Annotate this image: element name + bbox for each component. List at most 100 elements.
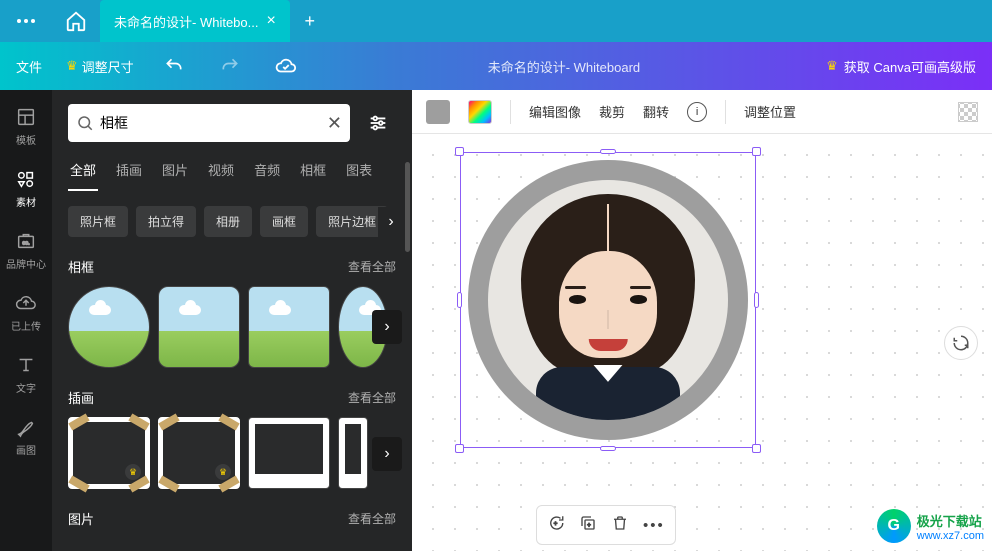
tab-title: 未命名的设计- Whitebo... xyxy=(114,12,258,31)
frame-thumb-rounded[interactable] xyxy=(158,286,240,368)
upgrade-label: 获取 Canva可画高级版 xyxy=(844,57,976,76)
chip-photo-frame[interactable]: 照片框 xyxy=(68,206,128,237)
tab-audio[interactable]: 音频 xyxy=(252,152,282,191)
resize-menu[interactable]: ♛ 调整尺寸 xyxy=(66,57,134,76)
tab-frame[interactable]: 相框 xyxy=(298,152,328,191)
sidebar-item-draw[interactable]: 画图 xyxy=(2,408,50,464)
elements-panel: ✕ 全部 插画 图片 视频 音频 相框 图表 照片框 拍立得 相册 画框 照片边… xyxy=(52,90,412,551)
watermark-url: www.xz7.com xyxy=(917,530,984,542)
rotate-button[interactable] xyxy=(944,326,978,360)
rail-label: 画图 xyxy=(16,442,36,457)
see-all-frames[interactable]: 查看全部 xyxy=(348,258,396,275)
selection-bounds xyxy=(460,152,756,448)
sidebar-item-text[interactable]: 文字 xyxy=(2,346,50,402)
edit-image-button[interactable]: 编辑图像 xyxy=(529,102,581,121)
comment-button[interactable]: + xyxy=(547,514,565,536)
position-button[interactable]: 调整位置 xyxy=(744,102,796,121)
info-icon[interactable]: i xyxy=(687,102,707,122)
text-icon xyxy=(14,353,38,377)
home-button[interactable] xyxy=(52,0,100,42)
illus-thumb-polaroid[interactable] xyxy=(338,417,368,489)
watermark-logo-icon: G xyxy=(877,509,911,543)
redo-button[interactable] xyxy=(214,50,246,82)
watermark-name: 极光下载站 xyxy=(917,511,984,530)
rail-label: 已上传 xyxy=(11,318,41,333)
new-tab-button[interactable]: + xyxy=(290,0,330,42)
undo-button[interactable] xyxy=(158,50,190,82)
sidebar-item-uploads[interactable]: 已上传 xyxy=(2,284,50,340)
search-icon xyxy=(76,114,94,132)
clear-icon[interactable]: ✕ xyxy=(327,113,342,134)
illus-thumb-tape[interactable]: ♛ xyxy=(68,417,150,489)
brand-icon: co. xyxy=(14,229,38,253)
tab-all[interactable]: 全部 xyxy=(68,152,98,191)
chip-album[interactable]: 相册 xyxy=(204,206,252,237)
sidebar-item-templates[interactable]: 模板 xyxy=(2,98,50,154)
sidebar-item-elements[interactable]: 素材 xyxy=(2,160,50,216)
resize-handle[interactable] xyxy=(754,292,759,308)
tab-illustration[interactable]: 插画 xyxy=(114,152,144,191)
resize-handle[interactable] xyxy=(752,147,761,156)
resize-handle[interactable] xyxy=(600,149,616,154)
elements-icon xyxy=(14,167,38,191)
delete-button[interactable] xyxy=(611,514,629,536)
color-picker-button[interactable] xyxy=(468,100,492,124)
see-all-photo[interactable]: 查看全部 xyxy=(348,510,396,527)
search-input-wrapper[interactable]: ✕ xyxy=(68,104,350,142)
sidebar-rail: 模板 素材 co. 品牌中心 已上传 文字 画图 xyxy=(0,90,52,551)
chip-polaroid[interactable]: 拍立得 xyxy=(136,206,196,237)
context-toolbar: 编辑图像 裁剪 翻转 i 调整位置 xyxy=(412,90,992,134)
canvas[interactable]: + + ••• G 极光下载站 www.xz7.com xyxy=(412,134,992,551)
illus-thumb-tape[interactable]: ♛ xyxy=(158,417,240,489)
resize-handle[interactable] xyxy=(457,292,462,308)
resize-handle[interactable] xyxy=(752,444,761,453)
svg-text:co.: co. xyxy=(22,241,30,247)
chevron-right-icon[interactable]: › xyxy=(372,437,402,471)
section-title-photo: 图片 xyxy=(68,509,94,528)
tab-chart[interactable]: 图表 xyxy=(344,152,374,191)
upload-icon xyxy=(14,291,38,315)
document-title[interactable]: 未命名的设计- Whiteboard xyxy=(302,57,826,76)
chevron-right-icon[interactable]: › xyxy=(378,207,404,237)
tab-active[interactable]: 未命名的设计- Whitebo... × xyxy=(100,0,290,42)
duplicate-button[interactable]: + xyxy=(579,514,597,536)
selected-element[interactable] xyxy=(460,152,756,448)
resize-handle[interactable] xyxy=(455,147,464,156)
flip-button[interactable]: 翻转 xyxy=(643,102,669,121)
rail-label: 素材 xyxy=(16,194,36,209)
more-icon[interactable]: ••• xyxy=(643,517,665,534)
resize-label: 调整尺寸 xyxy=(82,57,134,76)
tab-photo[interactable]: 图片 xyxy=(160,152,190,191)
fill-color-swatch[interactable] xyxy=(426,100,450,124)
crown-icon: ♛ xyxy=(826,58,838,74)
chevron-right-icon[interactable]: › xyxy=(372,310,402,344)
watermark: G 极光下载站 www.xz7.com xyxy=(877,509,984,543)
svg-text:+: + xyxy=(554,521,558,527)
svg-text:+: + xyxy=(587,523,591,529)
search-input[interactable] xyxy=(100,115,321,131)
scrollbar[interactable] xyxy=(405,162,410,252)
crop-button[interactable]: 裁剪 xyxy=(599,102,625,121)
sidebar-item-brand[interactable]: co. 品牌中心 xyxy=(2,222,50,278)
section-title-illustration: 插画 xyxy=(68,388,94,407)
floating-toolbar: + + ••• xyxy=(536,505,676,545)
window-menu-button[interactable] xyxy=(0,0,52,42)
resize-handle[interactable] xyxy=(455,444,464,453)
filter-button[interactable] xyxy=(360,105,396,141)
see-all-illustration[interactable]: 查看全部 xyxy=(348,389,396,406)
filter-chips: 照片框 拍立得 相册 画框 照片边框 › xyxy=(52,192,412,251)
chip-picture-frame[interactable]: 画框 xyxy=(260,206,308,237)
frame-thumb-circle[interactable] xyxy=(68,286,150,368)
tab-video[interactable]: 视频 xyxy=(206,152,236,191)
file-menu[interactable]: 文件 xyxy=(16,57,42,76)
transparency-button[interactable] xyxy=(958,102,978,122)
resize-handle[interactable] xyxy=(600,446,616,451)
frame-thumb-square[interactable] xyxy=(248,286,330,368)
illus-thumb-polaroid[interactable] xyxy=(248,417,330,489)
upgrade-button[interactable]: ♛ 获取 Canva可画高级版 xyxy=(826,57,976,76)
cloud-sync-icon[interactable] xyxy=(270,50,302,82)
crown-icon: ♛ xyxy=(215,464,231,480)
templates-icon xyxy=(14,105,38,129)
rail-label: 文字 xyxy=(16,380,36,395)
close-icon[interactable]: × xyxy=(266,12,275,30)
